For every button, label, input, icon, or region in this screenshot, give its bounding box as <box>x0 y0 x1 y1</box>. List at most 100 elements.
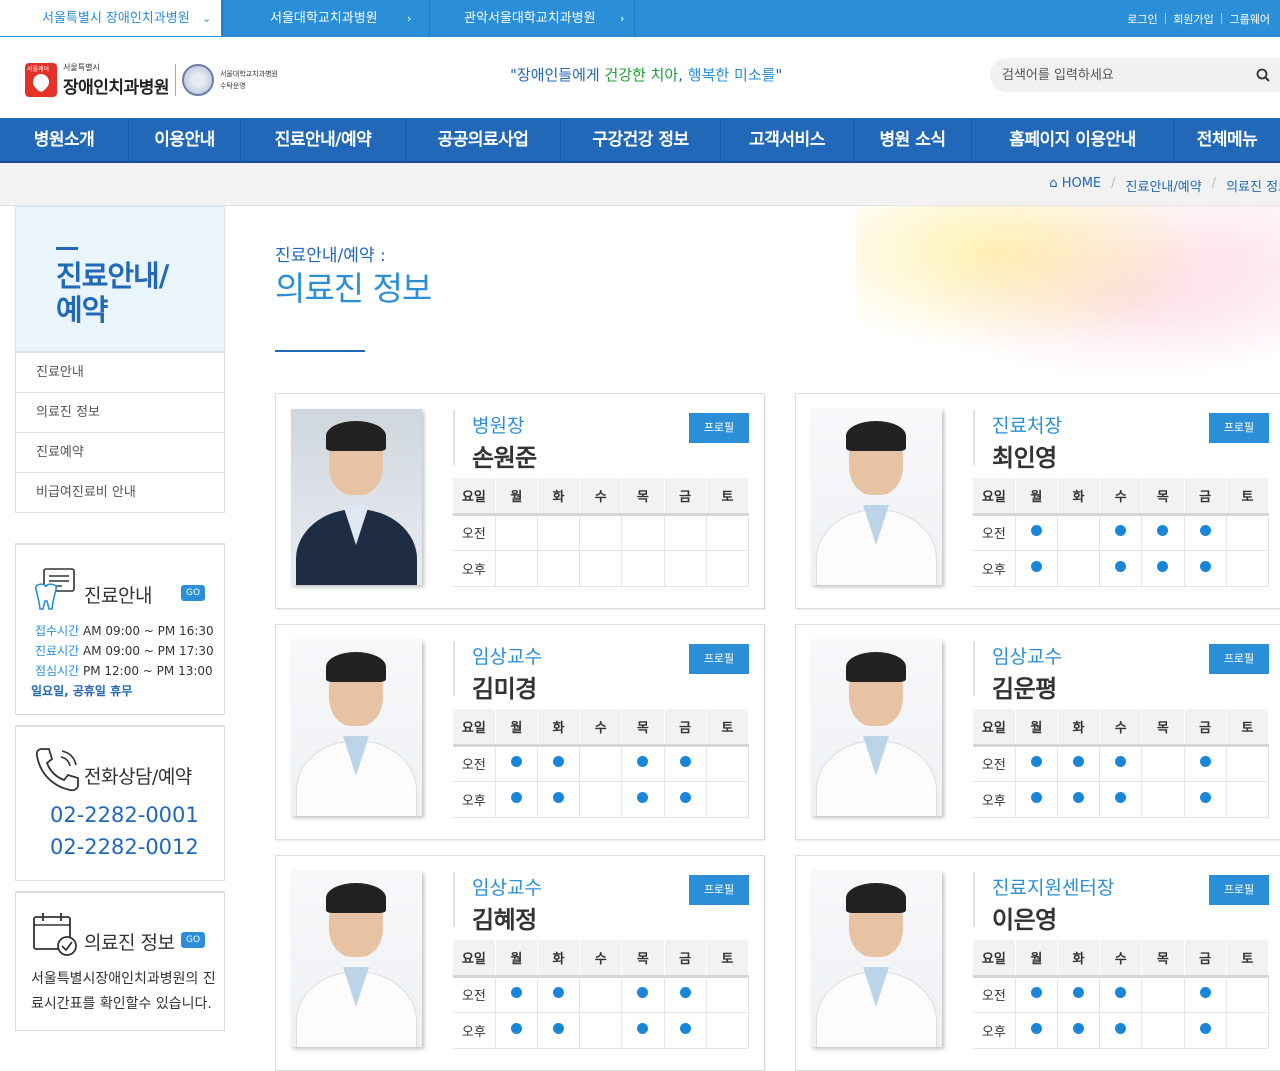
nav-clinic-reservation[interactable]: 진료안내/예약 <box>241 118 406 163</box>
doctor-role: 진료처장 <box>992 415 1062 437</box>
header: 서울케어 서울특별시 장애인치과병원 서울대학교치과병원 수탁운영 "장애인들에… <box>0 37 1280 118</box>
clinic-info-title: 진료안내 <box>84 585 152 607</box>
schedule-cell <box>1226 550 1270 587</box>
available-dot-icon <box>679 1022 691 1034</box>
available-dot-icon <box>1157 525 1169 536</box>
site-link-snu-dental[interactable]: 서울대학교치과병원 › <box>222 0 428 37</box>
seal-text-1: 서울대학교치과병원 <box>219 70 278 78</box>
schedule-cell <box>706 550 750 587</box>
profile-button[interactable]: 프로필 <box>1209 413 1269 443</box>
schedule-header: 금 <box>1184 478 1227 516</box>
schedule-cell <box>1184 745 1227 782</box>
chevron-right-icon: › <box>407 12 412 25</box>
doctor-name: 이은영 <box>992 906 1057 934</box>
schedule-cell <box>537 1012 581 1049</box>
profile-button[interactable]: 프로필 <box>689 875 749 905</box>
available-dot-icon <box>510 791 522 803</box>
schedule-header: 토 <box>706 940 750 978</box>
schedule-cell <box>579 1012 623 1049</box>
schedule-header: 수 <box>579 940 623 978</box>
available-dot-icon <box>553 1022 564 1034</box>
phone-number-2[interactable]: 02-2282-0012 <box>50 835 199 859</box>
nav-hospital-intro[interactable]: 병원소개 <box>0 118 129 163</box>
schedule-row-label: 오전 <box>973 514 1016 551</box>
site-link-disabled-hospital[interactable]: 서울특별시 장애인치과병원 ⌄ <box>0 0 221 37</box>
schedule-cell <box>1184 550 1227 587</box>
breadcrumb-item[interactable]: 진료안내/예약 <box>1126 176 1202 195</box>
search-input[interactable] <box>1002 58 1242 92</box>
go-button[interactable]: GO <box>181 585 205 601</box>
separator: / <box>1111 176 1116 191</box>
clinic-info-box[interactable]: 진료안내 GO 접수시간 AM 09:00 ~ PM 16:30 진료시간 AM… <box>15 543 225 715</box>
sidebar-item-non-covered-fees[interactable]: 비급여진료비 안내 <box>16 472 224 512</box>
schedule-cell <box>1015 1012 1058 1049</box>
profile-button[interactable]: 프로필 <box>689 413 749 443</box>
schedule-cell <box>1226 781 1270 818</box>
site-link-gwanak-dental[interactable]: 관악서울대학교치과병원 › <box>429 0 635 37</box>
sidebar-item-doctors[interactable]: 의료진 정보 <box>16 392 224 432</box>
signup-link[interactable]: 회원가입 <box>1173 11 1213 27</box>
available-dot-icon <box>553 756 564 767</box>
schedule-cell <box>495 745 538 782</box>
schedule-header: 목 <box>621 709 665 747</box>
login-link[interactable]: 로그인 <box>1127 11 1157 27</box>
available-dot-icon <box>1199 987 1211 998</box>
nav-homepage-guide[interactable]: 홈페이지 이용안내 <box>972 118 1174 163</box>
sidebar-item-reservation[interactable]: 진료예약 <box>16 432 224 472</box>
schedule-header: 금 <box>664 940 707 978</box>
phone-consult-box[interactable]: 전화상담/예약 02-2282-0001 02-2282-0012 <box>15 725 225 881</box>
groupware-link[interactable]: 그룹웨어 <box>1230 11 1270 27</box>
schedule-row-label: 오후 <box>973 550 1016 587</box>
available-dot-icon <box>1115 756 1127 767</box>
schedule-cell <box>1141 550 1185 587</box>
doctor-photo <box>291 871 422 1047</box>
go-button[interactable]: GO <box>181 932 205 948</box>
phone-number-1[interactable]: 02-2282-0001 <box>50 803 199 827</box>
schedule-cell <box>1057 976 1101 1013</box>
logo-small-text: 서울특별시 <box>63 63 100 72</box>
home-link[interactable]: ⌂ HOME <box>1049 176 1101 195</box>
breadcrumb-item-current[interactable]: 의료진 정보 <box>1226 176 1280 195</box>
hospital-logo[interactable]: 서울케어 서울특별시 장애인치과병원 서울대학교치과병원 수탁운영 <box>25 62 278 98</box>
schedule-cell <box>1184 514 1227 551</box>
sidebar-title-box: 진료안내/예약 <box>15 206 225 352</box>
profile-button[interactable]: 프로필 <box>689 644 749 674</box>
profile-button[interactable]: 프로필 <box>1209 644 1269 674</box>
top-bar: 서울특별시 장애인치과병원 ⌄ 서울대학교치과병원 › 관악서울대학교치과병원 … <box>0 0 1280 37</box>
profile-button[interactable]: 프로필 <box>1209 875 1269 905</box>
doctor-card: 임상교수 김미경 프로필 요일 월 화 수 목 금 토 오전 오후 <box>275 624 765 840</box>
chevron-down-icon: ⌄ <box>202 12 212 25</box>
search-icon[interactable] <box>1256 68 1270 82</box>
chevron-right-icon: › <box>620 12 625 25</box>
schedule-cell <box>537 976 581 1013</box>
nav-oral-health[interactable]: 구강건강 정보 <box>561 118 721 163</box>
schedule-row-label: 오전 <box>453 514 496 551</box>
schedule-cell <box>579 514 623 551</box>
schedule-cell <box>495 1012 538 1049</box>
schedule-cell <box>621 514 665 551</box>
schedule-cell <box>579 745 623 782</box>
schedule-cell <box>1226 514 1270 551</box>
schedule-cell <box>664 514 707 551</box>
nav-hospital-news[interactable]: 병원 소식 <box>854 118 972 163</box>
schedule-cell <box>537 781 581 818</box>
schedule-header: 화 <box>537 709 581 747</box>
sidebar-item-clinic-info[interactable]: 진료안내 <box>16 352 224 392</box>
available-dot-icon <box>637 1022 649 1034</box>
schedule-cell <box>1099 550 1143 587</box>
schedule-row-label: 오후 <box>453 550 496 587</box>
schedule-table: 요일 월 화 수 목 금 토 오전 오후 <box>453 478 750 587</box>
available-dot-icon <box>1030 525 1042 536</box>
nav-customer-service[interactable]: 고객서비스 <box>721 118 854 163</box>
schedule-cell <box>664 976 707 1013</box>
tooth-chat-icon <box>35 568 75 610</box>
nav-all-menu[interactable]: 전체메뉴 <box>1174 118 1280 163</box>
doctor-info-box[interactable]: 의료진 정보 GO 서울특별시장애인치과병원의 진료시간표를 확인할수 있습니다… <box>15 891 225 1031</box>
nav-usage-guide[interactable]: 이용안내 <box>129 118 241 163</box>
schedule-cell <box>664 781 707 818</box>
schedule-cell <box>1057 1012 1101 1049</box>
available-dot-icon <box>1073 987 1084 998</box>
schedule-header: 월 <box>495 940 538 978</box>
nav-public-health[interactable]: 공공의료사업 <box>406 118 561 163</box>
available-dot-icon <box>1157 560 1169 572</box>
